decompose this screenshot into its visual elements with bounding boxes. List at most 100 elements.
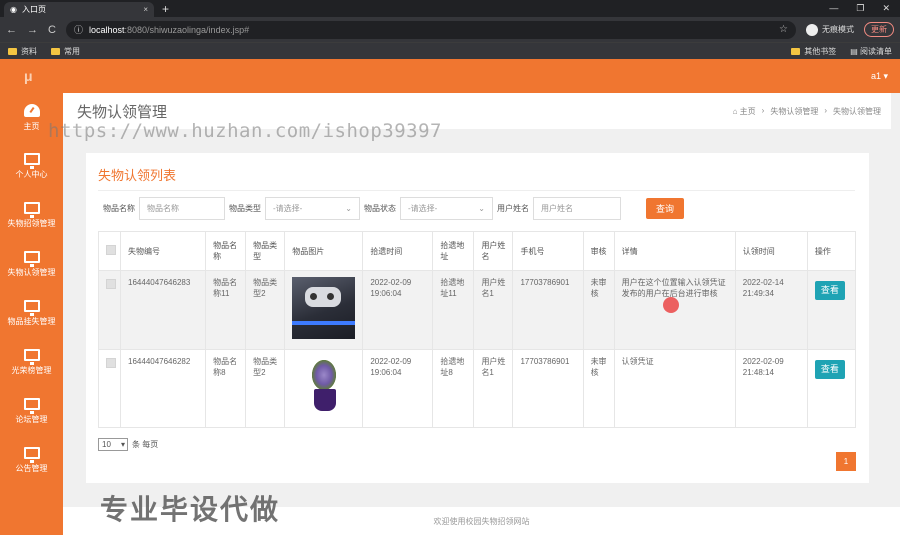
sidebar-item-claims[interactable]: 失物认领管理 — [0, 240, 63, 289]
cell-detail: 认领凭证 — [613, 349, 736, 428]
console-light — [292, 321, 356, 325]
other-bookmarks[interactable]: 其他书签 — [791, 46, 836, 57]
console-photo[interactable] — [292, 277, 356, 339]
tab-title: 入口页 — [21, 5, 46, 14]
gamepad-shape — [305, 287, 342, 307]
close-tab-icon[interactable]: × — [143, 5, 148, 14]
bookmark-label: 阅读清单 — [860, 46, 892, 56]
bookmark-star-icon[interactable]: ☆ — [779, 24, 788, 35]
item-name-input[interactable]: 物品名称 — [139, 197, 225, 220]
bookmark-folder-1[interactable]: 常用 — [51, 46, 80, 57]
breadcrumb: ⌂ 主页 › 失物认领管理 › 失物认领管理 — [733, 106, 881, 117]
app-logo[interactable]: μ — [24, 68, 33, 84]
sidebar-item-lost-found[interactable]: 失物招领管理 — [0, 191, 63, 240]
minimize-icon[interactable]: — — [829, 3, 838, 14]
column-header[interactable]: 物品类型 — [245, 231, 286, 271]
watermark-url: https://www.huzhan.com/ishop39397 — [48, 120, 442, 142]
user-name-input[interactable]: 用户姓名 — [533, 197, 621, 220]
folder-icon — [8, 47, 17, 55]
user-menu[interactable]: a1 ▾ — [871, 71, 888, 82]
breadcrumb-home[interactable]: ⌂ 主页 — [733, 106, 756, 117]
row-checkbox[interactable] — [106, 279, 116, 289]
page-size-value: 10 — [102, 440, 111, 449]
cell-user: 用户姓名1 — [473, 349, 514, 428]
incognito-indicator[interactable]: 无痕模式 — [806, 23, 854, 36]
column-header[interactable]: 拾遗时间 — [362, 231, 434, 271]
row-select-cell — [97, 349, 122, 428]
folder-icon — [791, 47, 801, 55]
update-button[interactable]: 更新 — [864, 22, 894, 37]
cell-image — [284, 349, 364, 428]
sidebar-item-label: 物品挂失管理 — [7, 317, 56, 326]
view-button[interactable]: 查看 — [814, 360, 845, 379]
cell-type: 物品类型2 — [245, 270, 286, 350]
sidebar-item-notice[interactable]: 公告管理 — [0, 436, 63, 485]
column-header[interactable]: 手机号 — [512, 231, 584, 271]
gauge-icon — [23, 103, 40, 117]
cell-review: 未审核 — [582, 270, 615, 350]
column-header[interactable]: 失物编号 — [120, 231, 207, 271]
item-type-value: -请选择- — [273, 204, 303, 213]
page-size-select[interactable]: 10 ▾ — [98, 438, 128, 451]
back-icon[interactable]: ← — [6, 24, 17, 36]
view-button[interactable]: 查看 — [814, 281, 845, 300]
reload-icon[interactable]: C — [48, 24, 56, 36]
url-path: :8080/shiwuzaolinga/index.jsp# — [124, 24, 250, 35]
table-row[interactable]: 16444047646282 物品名称8 物品类型2 2022-02-09 19… — [97, 349, 857, 428]
cell-user: 用户姓名1 — [473, 270, 514, 350]
item-type-select[interactable]: -请选择- ⌄ — [265, 197, 360, 220]
cell-action: 查看 — [806, 270, 857, 350]
cell-id: 16444047646283 — [120, 270, 207, 350]
reading-list[interactable]: ▤ 阅读清单 — [850, 46, 892, 57]
restore-icon[interactable]: ❐ — [856, 3, 864, 14]
column-header[interactable]: 用户姓名 — [473, 231, 514, 271]
cell-claim-time: 2022-02-09 21:48:14 — [734, 349, 808, 428]
page-size-control: 10 ▾ 条 每页 — [98, 438, 158, 451]
forward-icon[interactable]: → — [27, 24, 38, 36]
item-status-value: -请选择- — [408, 204, 438, 213]
column-header[interactable]: 认领时间 — [734, 231, 808, 271]
cell-time: 2022-02-09 19:06:04 — [362, 270, 434, 350]
browser-tab[interactable]: ◉ 入口页 × — [4, 2, 154, 17]
url-field[interactable]: ⓘ localhost:8080/shiwuzaolinga/index.jsp… — [65, 20, 796, 39]
cell-image — [284, 270, 364, 350]
filter-bar: 物品名称 物品名称 物品类型 -请选择- ⌄ 物品状态 -请选择- ⌄ 用户姓名 用… — [103, 197, 685, 220]
column-header[interactable]: 物品名称 — [205, 231, 247, 271]
item-status-select[interactable]: -请选择- ⌄ — [400, 197, 493, 220]
column-header[interactable]: 审核 — [582, 231, 615, 271]
url-host: localhost — [88, 24, 125, 35]
close-window-icon[interactable]: ✕ — [882, 3, 890, 14]
lavender-photo[interactable] — [292, 356, 356, 418]
table-header-row: 失物编号 物品名称 物品类型 物品图片 拾遗时间 拾遗地址 用户姓名 手机号 审… — [97, 231, 857, 271]
cell-time: 2022-02-09 19:06:04 — [362, 349, 434, 428]
plant-pot — [314, 389, 337, 411]
row-checkbox[interactable] — [106, 358, 116, 368]
incognito-icon — [806, 23, 818, 36]
breadcrumb-section[interactable]: 失物认领管理 — [770, 106, 818, 117]
sidebar-item-forum[interactable]: 论坛管理 — [0, 387, 63, 436]
bookmark-folder-0[interactable]: 资料 — [8, 46, 37, 57]
column-header[interactable]: 拾遗地址 — [432, 231, 475, 271]
sidebar-item-loss-report[interactable]: 物品挂失管理 — [0, 289, 63, 338]
select-all-cell — [97, 231, 122, 271]
sidebar-item-profile[interactable]: 个人中心 — [0, 142, 63, 191]
column-header: 操作 — [806, 231, 857, 271]
sidebar: 主页 个人中心 失物招领管理 失物认领管理 物品挂失管理 光荣榜管理 论坛管理 … — [0, 93, 63, 535]
monitor-icon — [23, 447, 40, 463]
pagination-page-1[interactable]: 1 — [836, 452, 856, 471]
table-row[interactable]: 16444047646283 物品名称11 物品类型2 2022-02-09 1… — [97, 270, 857, 350]
lavender-flowers — [312, 360, 337, 390]
page-title: 失物认领管理 — [77, 103, 168, 121]
cell-phone: 17703786901 — [512, 349, 584, 428]
cell-claim-time: 2022-02-14 21:49:34 — [734, 270, 808, 350]
select-all-checkbox[interactable] — [106, 244, 116, 255]
column-header: 物品图片 — [284, 231, 364, 271]
breadcrumb-current: 失物认领管理 — [833, 106, 881, 116]
mouse-cursor-indicator — [663, 297, 679, 313]
query-button[interactable]: 查询 — [646, 198, 685, 219]
column-header[interactable]: 详情 — [613, 231, 736, 271]
sidebar-item-label: 论坛管理 — [15, 415, 48, 424]
user-filter-label: 用户姓名 — [497, 204, 529, 213]
new-tab-button[interactable]: + — [162, 2, 169, 16]
sidebar-item-honor[interactable]: 光荣榜管理 — [0, 338, 63, 387]
